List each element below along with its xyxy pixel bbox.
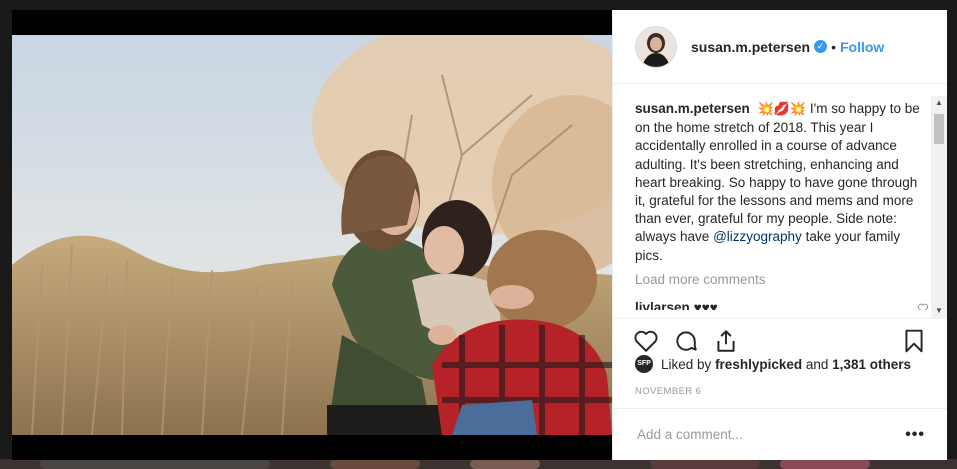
post-sidebar: susan.m.petersen ✓ • Follow susan.m.pete…	[612, 10, 947, 460]
caption: susan.m.petersen 💥💋💥 I'm so happy to be …	[635, 100, 929, 265]
separator-dot: •	[831, 38, 836, 55]
scroll-down-arrow-icon[interactable]: ▼	[931, 304, 947, 318]
comments-list: susan.m.petersen 💥💋💥 I'm so happy to be …	[635, 100, 929, 310]
caption-text: I'm so happy to be on the home stretch o…	[635, 101, 920, 245]
scrollbar-thumb[interactable]	[934, 114, 944, 144]
comments-scrollbar[interactable]: ▲ ▼	[931, 96, 947, 318]
caption-emojis: 💥💋💥	[757, 102, 807, 117]
liker-avatar[interactable]: SFP	[635, 355, 653, 373]
likes-prefix: Liked by	[661, 356, 712, 372]
bookmark-icon[interactable]	[901, 328, 927, 354]
scroll-up-arrow-icon[interactable]: ▲	[931, 96, 947, 110]
likes-connector: and	[805, 356, 829, 372]
background-feed-strip	[0, 459, 957, 469]
post-photo[interactable]	[12, 35, 612, 435]
comment-row: livlarsen ♥♥♥	[635, 299, 929, 310]
verified-badge-icon: ✓	[814, 40, 828, 53]
liker-username[interactable]: freshlypicked	[715, 357, 802, 372]
post-date[interactable]: NOVEMBER 6	[635, 386, 701, 397]
caption-mention-link[interactable]: @lizzyography	[713, 229, 802, 244]
likes-summary: SFP Liked by freshlypicked and 1,381 oth…	[635, 355, 911, 373]
post-modal: susan.m.petersen ✓ • Follow susan.m.pete…	[12, 10, 947, 460]
author-username[interactable]: susan.m.petersen	[691, 39, 810, 55]
add-comment-bar: •••	[613, 408, 947, 460]
comment-like-heart-icon[interactable]	[917, 302, 929, 310]
post-media	[12, 10, 612, 460]
add-comment-input[interactable]	[635, 426, 906, 443]
follow-button[interactable]: Follow	[840, 39, 884, 55]
author-avatar[interactable]	[635, 25, 677, 68]
post-header: susan.m.petersen ✓ • Follow	[613, 10, 947, 84]
like-heart-icon[interactable]	[633, 328, 659, 354]
comment-username[interactable]: livlarsen	[635, 300, 690, 310]
likes-others-link[interactable]: 1,381 others	[832, 357, 911, 372]
comment-bubble-icon[interactable]	[673, 328, 699, 354]
more-options-button[interactable]: •••	[905, 426, 925, 444]
comment-text: ♥♥♥	[693, 300, 718, 310]
caption-username[interactable]: susan.m.petersen	[635, 101, 750, 116]
share-icon[interactable]	[713, 328, 739, 354]
load-more-comments-button[interactable]: Load more comments	[635, 271, 929, 289]
